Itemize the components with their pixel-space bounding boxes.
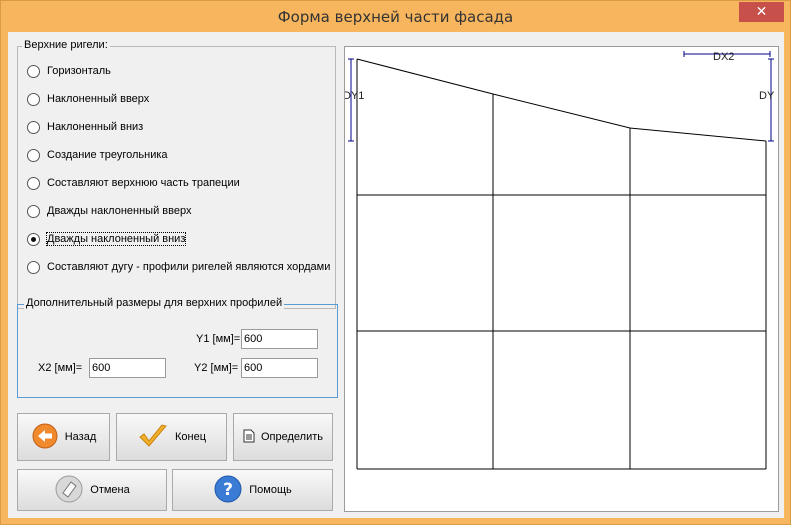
radio-option-label: Дважды наклоненный вниз: [45, 232, 187, 246]
document-icon: [243, 429, 255, 446]
eraser-icon: [54, 474, 84, 507]
facade-drawing: DY1 DX2 DY: [343, 51, 775, 470]
radio-button[interactable]: [27, 64, 40, 78]
radio-option-label: Создание треугольника: [47, 149, 168, 161]
dy-label: DY: [759, 90, 775, 102]
radio-option-label: Дважды наклоненный вверх: [47, 205, 192, 217]
cancel-button-label: Отмена: [90, 484, 130, 496]
back-button[interactable]: Назад: [17, 413, 110, 461]
cancel-button[interactable]: Отмена: [17, 469, 167, 511]
radio-button[interactable]: [27, 120, 40, 134]
y2-input[interactable]: [241, 358, 318, 378]
define-button-label: Определить: [260, 431, 323, 443]
radio-option[interactable]: Дважды наклоненный вверх: [27, 203, 191, 219]
define-button[interactable]: Определить: [233, 413, 333, 461]
radio-option-label: Составляют дугу - профили ригелей являют…: [47, 261, 331, 273]
x2-input[interactable]: [89, 358, 166, 378]
top-rails-group: Верхние ригели: Горизонталь Наклоненный в…: [17, 39, 336, 309]
radio-option[interactable]: Дважды наклоненный вниз: [27, 231, 187, 247]
y1-input[interactable]: [241, 329, 318, 349]
radio-option[interactable]: Составляют дугу - профили ригелей являют…: [27, 259, 330, 275]
facade-top-profile: [356, 58, 767, 142]
extra-dimensions-group-label: Дополнительный размеры для верхних профи…: [24, 297, 285, 309]
top-rails-group-label: Верхние ригели:: [22, 39, 110, 51]
radio-option[interactable]: Составляют верхнюю часть трапеции: [27, 175, 240, 191]
svg-text:?: ?: [223, 480, 233, 500]
radio-button[interactable]: [27, 260, 40, 274]
radio-option[interactable]: Горизонталь: [27, 63, 111, 79]
extra-dimensions-group: Дополнительный размеры для верхних профи…: [17, 297, 338, 398]
title-bar: Форма верхней части фасада ✕: [1, 1, 790, 33]
radio-option-label: Горизонталь: [47, 65, 111, 77]
radio-button[interactable]: [27, 148, 40, 162]
facade-preview-canvas: DY1 DX2 DY: [343, 46, 779, 512]
radio-option[interactable]: Наклоненный вниз: [27, 119, 143, 135]
x2-label: X2 [мм]=: [38, 362, 83, 374]
y1-label: Y1 [мм]=: [196, 333, 241, 345]
dx2-label: DX2: [713, 51, 734, 63]
help-icon: ?: [213, 474, 243, 507]
arrow-left-icon: [31, 422, 59, 453]
back-button-label: Назад: [64, 431, 97, 443]
radio-button-selected[interactable]: [27, 232, 40, 246]
y2-label: Y2 [мм]=: [194, 362, 239, 374]
radio-option-label: Составляют верхнюю часть трапеции: [47, 177, 240, 189]
radio-option[interactable]: Наклоненный вверх: [27, 91, 149, 107]
close-button[interactable]: ✕: [739, 2, 784, 22]
radio-option[interactable]: Создание треугольника: [27, 147, 168, 163]
radio-button[interactable]: [27, 176, 40, 190]
dy1-label: DY1: [345, 90, 364, 102]
dialog-client-area: Верхние ригели: Горизонталь Наклоненный в…: [8, 32, 784, 518]
finish-button-label: Конец: [174, 431, 207, 443]
checkmark-icon: [137, 422, 169, 453]
radio-option-label: Наклоненный вверх: [47, 93, 150, 105]
dialog-window: Форма верхней части фасада ✕ Верхние риг…: [0, 0, 791, 525]
radio-option-label: Наклоненный вниз: [47, 121, 144, 133]
radio-button[interactable]: [27, 204, 40, 218]
help-button-label: Помощь: [249, 484, 292, 496]
window-title: Форма верхней части фасада: [277, 8, 514, 26]
radio-button[interactable]: [27, 92, 40, 106]
help-button[interactable]: ? Помощь: [172, 469, 333, 511]
finish-button[interactable]: Конец: [116, 413, 227, 461]
